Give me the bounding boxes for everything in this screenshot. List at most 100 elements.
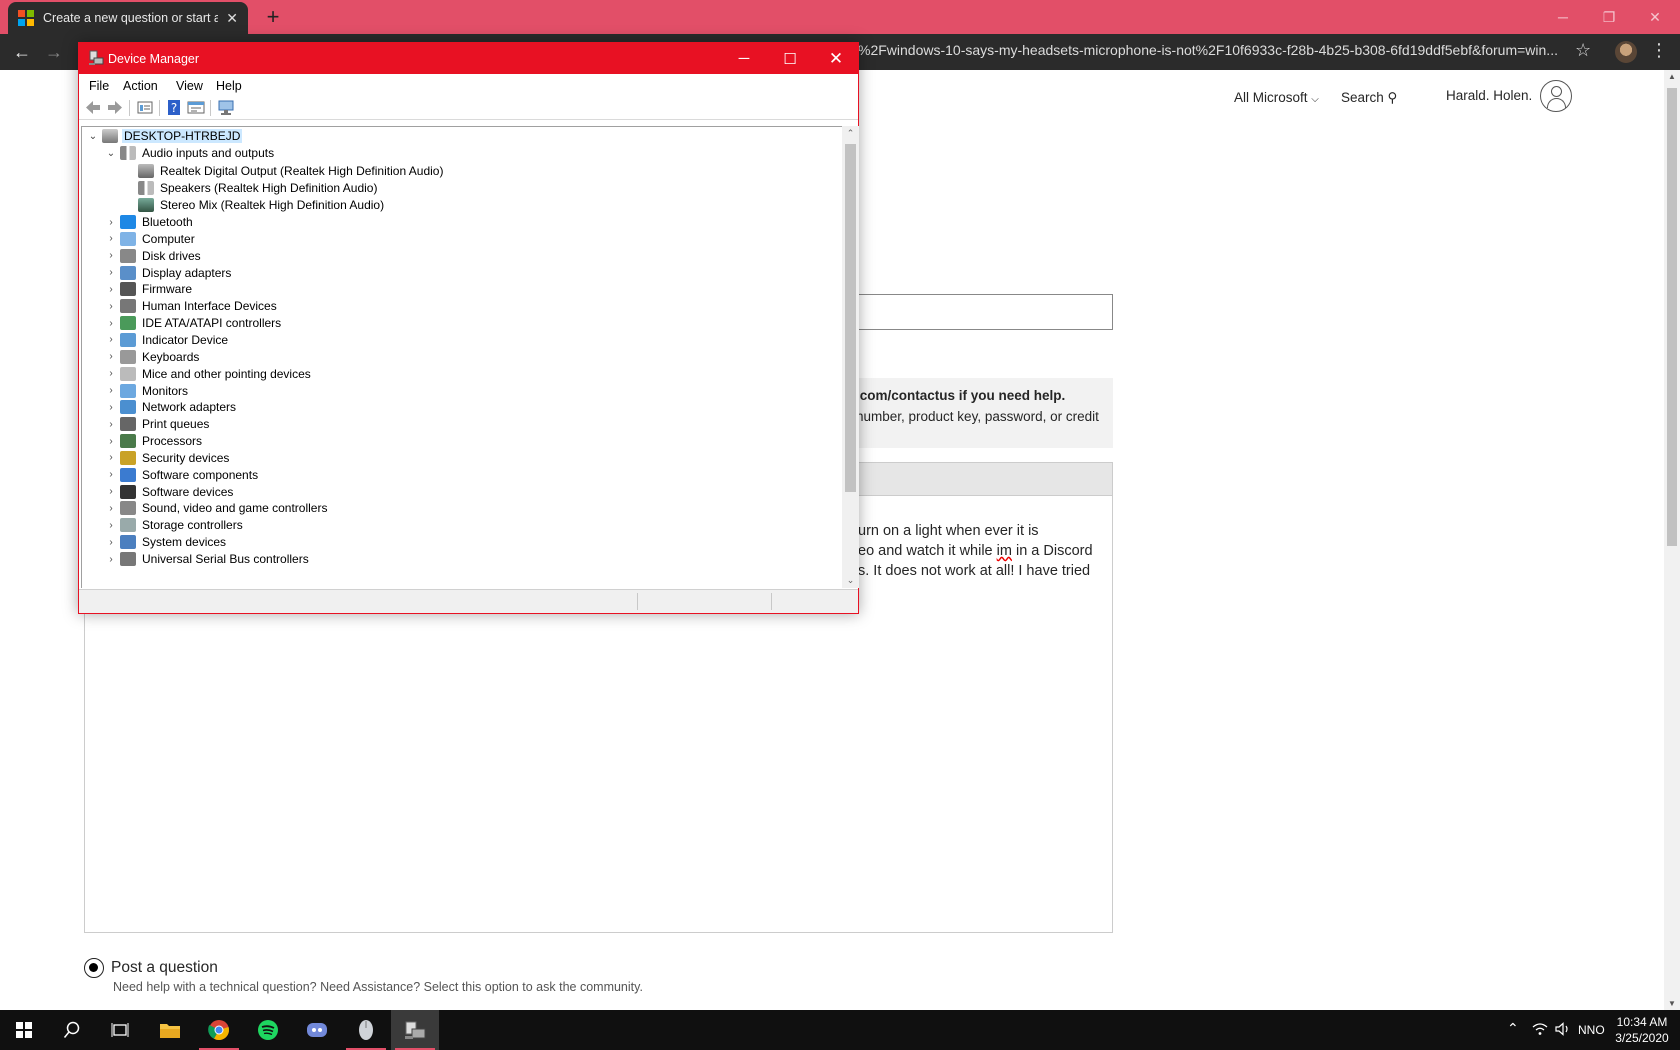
tree-category[interactable]: › Display adapters xyxy=(102,264,233,282)
tree-root[interactable]: ⌄ DESKTOP-HTRBEJD xyxy=(84,127,243,145)
expand-chevron-icon[interactable]: › xyxy=(102,469,120,480)
expand-chevron-icon[interactable]: › xyxy=(102,318,120,329)
dm-scroll-down-icon[interactable]: ⌄ xyxy=(842,575,859,586)
tree-category[interactable]: › Processors xyxy=(102,432,204,450)
expand-chevron-icon[interactable]: › xyxy=(102,486,120,497)
tab-close-icon[interactable]: ✕ xyxy=(226,10,238,27)
tray-overflow-icon[interactable]: ⌃ xyxy=(1507,1020,1519,1037)
menu-view[interactable]: View xyxy=(176,79,203,93)
browser-restore-button[interactable]: ❐ xyxy=(1586,0,1632,34)
bookmark-star-icon[interactable]: ☆ xyxy=(1575,40,1591,61)
expand-chevron-icon[interactable]: › xyxy=(102,301,120,312)
scan-view-icon[interactable] xyxy=(187,99,205,116)
tree-category[interactable]: › Mice and other pointing devices xyxy=(102,365,313,383)
tree-category[interactable]: › Monitors xyxy=(102,382,190,400)
expand-chevron-icon[interactable]: › xyxy=(102,334,120,345)
scan-hardware-icon[interactable] xyxy=(217,99,235,116)
taskbar-device-manager[interactable] xyxy=(391,1010,439,1050)
expand-chevron-icon[interactable]: › xyxy=(102,520,120,531)
tree-category[interactable]: › Universal Serial Bus controllers xyxy=(102,550,311,568)
expand-chevron-icon[interactable]: › xyxy=(102,503,120,514)
dm-maximize-button[interactable]: ☐ xyxy=(767,43,813,74)
taskbar-file-explorer[interactable] xyxy=(146,1010,194,1050)
browser-close-button[interactable]: ✕ xyxy=(1632,0,1678,34)
tree-category[interactable]: › Print queues xyxy=(102,415,211,433)
dm-minimize-button[interactable]: ─ xyxy=(721,43,767,74)
expand-chevron-icon[interactable]: › xyxy=(102,368,120,379)
browser-menu-icon[interactable]: ⋮ xyxy=(1650,40,1668,61)
tree-category-audio[interactable]: ⌄ Audio inputs and outputs xyxy=(102,144,276,162)
forward-button[interactable]: → xyxy=(40,40,68,64)
expand-chevron-icon[interactable]: › xyxy=(102,267,120,278)
tree-category[interactable]: › Software components xyxy=(102,466,260,484)
collapse-chevron-icon[interactable]: ⌄ xyxy=(102,148,120,159)
new-tab-button[interactable]: + xyxy=(260,4,286,30)
forward-arrow-icon[interactable] xyxy=(106,99,124,116)
system-clock[interactable]: 10:34 AM 3/25/2020 xyxy=(1608,1014,1676,1046)
all-microsoft-menu[interactable]: All Microsoft ⌵ xyxy=(1234,90,1319,105)
expand-chevron-icon[interactable]: › xyxy=(102,351,120,362)
language-indicator[interactable]: NNO xyxy=(1578,1023,1605,1037)
expand-chevron-icon[interactable]: › xyxy=(102,452,120,463)
back-button[interactable]: ← xyxy=(8,40,36,64)
dm-scroll-up-icon[interactable]: ⌃ xyxy=(842,128,859,139)
tree-category[interactable]: › System devices xyxy=(102,533,228,551)
expand-chevron-icon[interactable]: › xyxy=(102,554,120,565)
tree-category[interactable]: › Computer xyxy=(102,230,197,248)
tree-category[interactable]: › Storage controllers xyxy=(102,516,245,534)
dm-close-button[interactable]: ✕ xyxy=(813,43,859,74)
tree-category[interactable]: › IDE ATA/ATAPI controllers xyxy=(102,314,283,332)
dm-title-bar[interactable]: Device Manager ─ ☐ ✕ xyxy=(79,43,858,74)
post-question-radio[interactable] xyxy=(84,958,104,978)
tree-category[interactable]: › Bluetooth xyxy=(102,213,195,231)
tree-category[interactable]: › Security devices xyxy=(102,449,231,467)
expand-chevron-icon[interactable]: › xyxy=(102,250,120,261)
menu-action[interactable]: Action xyxy=(123,79,158,93)
taskbar-spotify[interactable] xyxy=(244,1010,292,1050)
tree-category[interactable]: › Human Interface Devices xyxy=(102,297,279,315)
expand-chevron-icon[interactable]: › xyxy=(102,233,120,244)
menu-help[interactable]: Help xyxy=(216,79,242,93)
dm-scrollbar[interactable]: ⌃ ⌄ xyxy=(842,126,859,588)
expand-chevron-icon[interactable]: › xyxy=(102,436,120,447)
dm-scroll-thumb[interactable] xyxy=(845,144,856,492)
tree-category[interactable]: › Sound, video and game controllers xyxy=(102,499,329,517)
tree-device[interactable]: Stereo Mix (Realtek High Definition Audi… xyxy=(138,196,386,214)
taskbar-chrome[interactable] xyxy=(195,1010,243,1050)
page-scroll-thumb[interactable] xyxy=(1667,88,1677,546)
tree-category[interactable]: › Keyboards xyxy=(102,348,201,366)
expand-chevron-icon[interactable]: › xyxy=(102,537,120,548)
expand-chevron-icon[interactable]: › xyxy=(102,419,120,430)
menu-file[interactable]: File xyxy=(89,79,109,93)
task-view-button[interactable] xyxy=(96,1010,144,1050)
start-button[interactable] xyxy=(0,1010,48,1050)
browser-tab[interactable]: Create a new question or start a d ✕ xyxy=(8,2,248,34)
help-icon[interactable]: ? xyxy=(165,99,183,116)
post-question-label[interactable]: Post a question xyxy=(111,959,218,977)
back-arrow-icon[interactable] xyxy=(84,99,102,116)
tree-category[interactable]: › Firmware xyxy=(102,280,194,298)
page-scrollbar[interactable]: ▲ ▼ xyxy=(1664,70,1680,1010)
tree-category[interactable]: › Indicator Device xyxy=(102,331,230,349)
expand-chevron-icon[interactable]: › xyxy=(102,402,120,413)
scroll-down-arrow-icon[interactable]: ▼ xyxy=(1664,999,1680,1008)
tree-device[interactable]: Speakers (Realtek High Definition Audio) xyxy=(138,179,379,197)
user-name[interactable]: Harald. Holen. xyxy=(1446,88,1532,103)
user-avatar-icon[interactable] xyxy=(1540,80,1572,112)
expand-chevron-icon[interactable]: › xyxy=(102,217,120,228)
taskbar-search-button[interactable] xyxy=(48,1010,96,1050)
tree-category[interactable]: › Software devices xyxy=(102,483,235,501)
volume-icon[interactable] xyxy=(1555,1022,1571,1039)
expand-chevron-icon[interactable]: › xyxy=(102,284,120,295)
tree-device[interactable]: Realtek Digital Output (Realtek High Def… xyxy=(138,162,445,180)
network-icon[interactable] xyxy=(1532,1022,1548,1039)
browser-minimize-button[interactable]: ─ xyxy=(1540,0,1586,34)
properties-list-icon[interactable] xyxy=(136,99,154,116)
tree-category[interactable]: › Disk drives xyxy=(102,247,203,265)
taskbar-discord[interactable] xyxy=(293,1010,341,1050)
expand-chevron-icon[interactable]: › xyxy=(102,385,120,396)
ms-search-button[interactable]: Search ⚲ xyxy=(1341,90,1397,106)
tree-category[interactable]: › Network adapters xyxy=(102,398,238,416)
url-field[interactable]: %2Fwindows-10-says-my-headsets-microphon… xyxy=(858,42,1563,62)
taskbar-mouse-app[interactable] xyxy=(342,1010,390,1050)
